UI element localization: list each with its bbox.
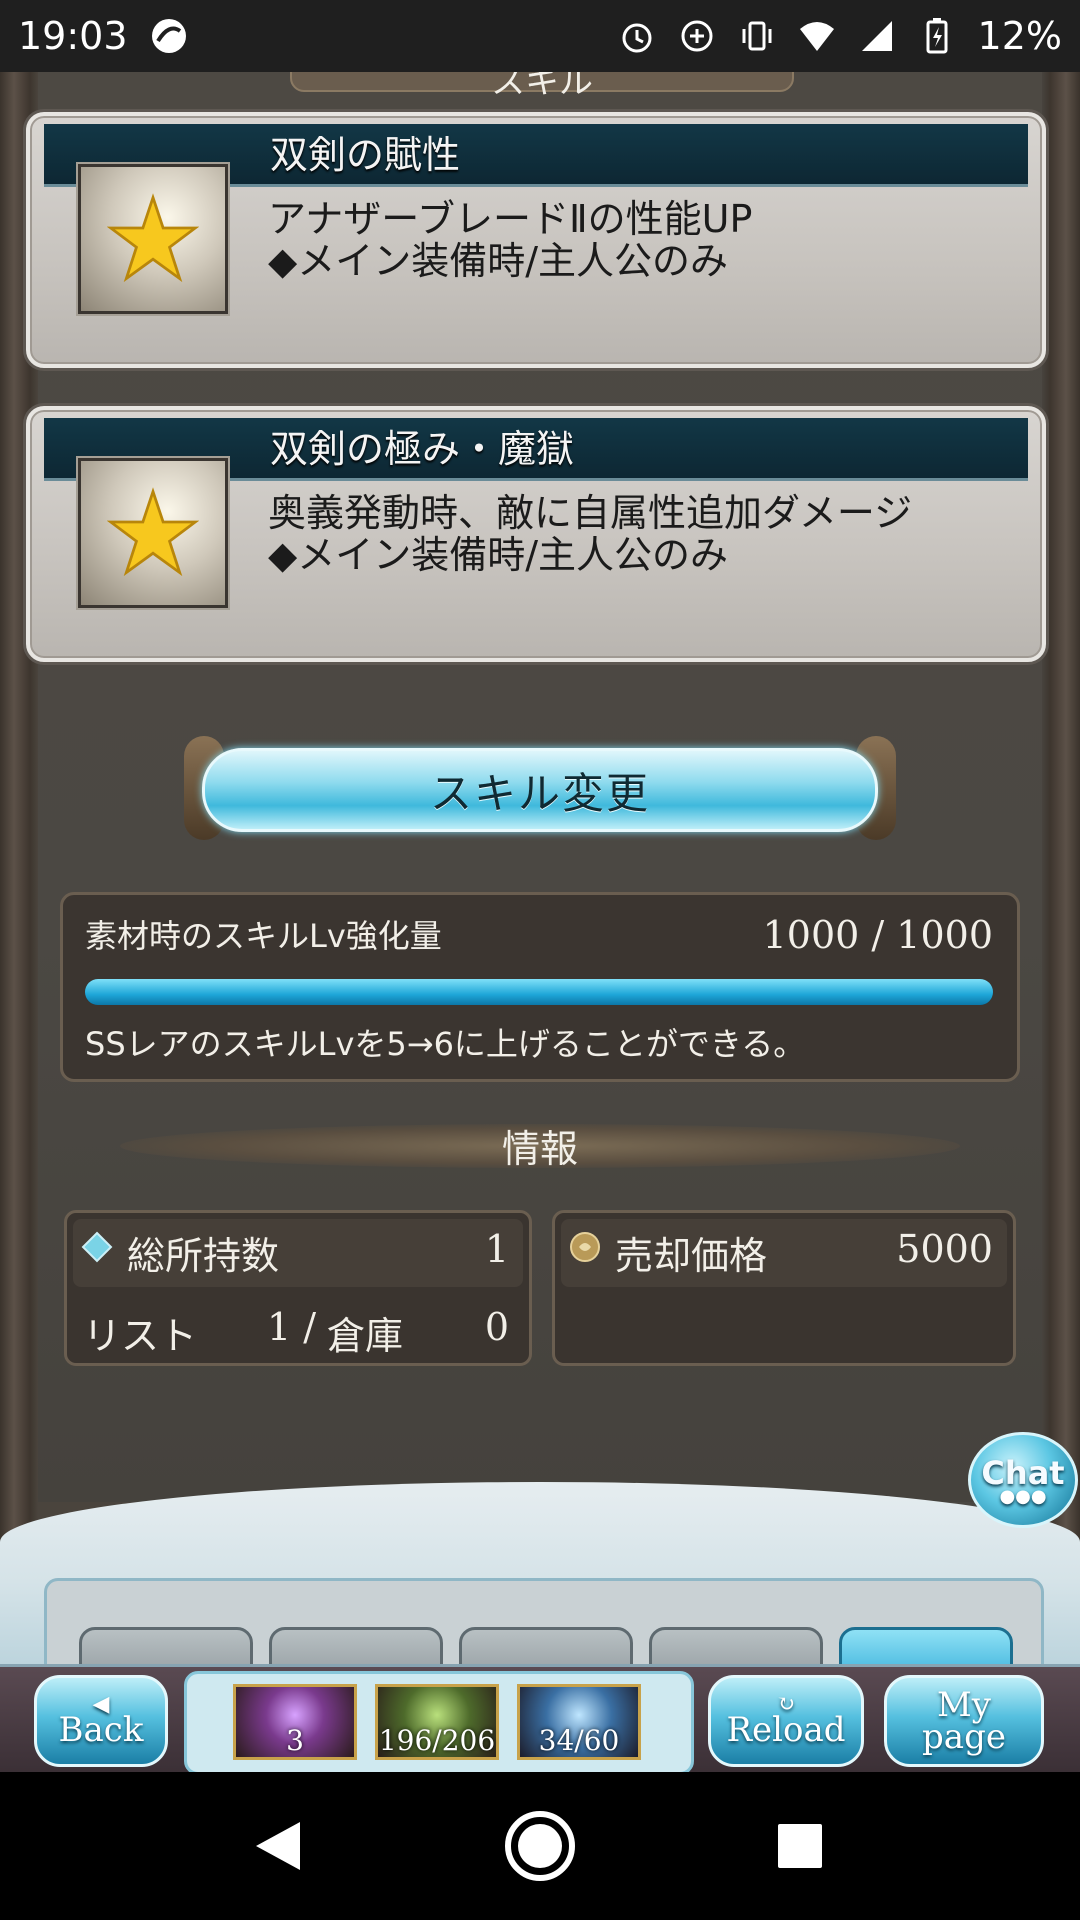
- skill-change-label[interactable]: スキル変更: [202, 748, 878, 832]
- nav-recents-icon[interactable]: [778, 1824, 822, 1868]
- item-slot[interactable]: 196/206: [375, 1684, 499, 1760]
- game-screen: スキル 双剣の賦性 アナザーブレードⅡの性能UP ◆メイン装備時/主人公のみ 双…: [0, 72, 1080, 1772]
- item-slot[interactable]: 3: [233, 1684, 357, 1760]
- skill-card: 双剣の賦性 アナザーブレードⅡの性能UP ◆メイン装備時/主人公のみ: [26, 112, 1046, 368]
- game-footer: ◀ Back 3 196/206 34/60 ↻ Reload My page: [0, 1664, 1080, 1772]
- skill-desc-line: ◆メイン装備時/主人公のみ: [268, 239, 729, 283]
- alarm-icon: [618, 17, 656, 55]
- chat-button[interactable]: Chat ●●●: [968, 1432, 1078, 1528]
- nav-home-dot: [518, 1824, 562, 1868]
- status-time: 19:03: [18, 14, 128, 58]
- item-slot[interactable]: 34/60: [517, 1684, 641, 1760]
- diamond-icon: [81, 1231, 113, 1263]
- item-count: 34/60: [538, 1724, 620, 1757]
- chat-dots-icon: ●●●: [999, 1485, 1047, 1507]
- skill-description: 奥義発動時、敵に自属性追加ダメージ ◆メイン装備時/主人公のみ: [268, 492, 912, 576]
- item-count: 196/206: [378, 1724, 496, 1757]
- nav-icons: [256, 1811, 822, 1881]
- skill-name: 双剣の極み・魔獄: [270, 427, 575, 471]
- section-tab-skill: スキル: [290, 72, 794, 102]
- section-tab-title: スキル: [491, 72, 593, 102]
- skill-lv-progress-bar: [85, 979, 993, 1005]
- mypage-button[interactable]: My page: [884, 1675, 1044, 1767]
- item-count: 3: [286, 1724, 304, 1757]
- signal-icon: [858, 17, 896, 55]
- items-tray: 3 196/206 34/60: [184, 1671, 694, 1772]
- coin-icon: [570, 1232, 600, 1262]
- battery-percent: 12%: [977, 14, 1062, 58]
- app-notification-icon: [150, 17, 188, 55]
- android-nav-bar: [0, 1772, 1080, 1920]
- skill-star-icon: [78, 458, 228, 608]
- skill-name: 双剣の賦性: [270, 133, 461, 177]
- reload-button[interactable]: ↻ Reload: [708, 1675, 864, 1767]
- skill-desc-line: ◆メイン装備時/主人公のみ: [268, 533, 729, 577]
- skill-desc-line: 奥義発動時、敵に自属性追加ダメージ: [268, 491, 913, 535]
- sell-price-panel: 売却価格 5000: [552, 1210, 1016, 1366]
- storage-label: 倉庫: [327, 1314, 404, 1358]
- nav-back-icon[interactable]: [256, 1822, 300, 1870]
- owned-value: 1: [484, 1227, 509, 1271]
- info-header: 情報: [120, 1124, 960, 1171]
- back-button[interactable]: ◀ Back: [34, 1675, 168, 1767]
- skill-lv-label: 素材時のスキルLv強化量: [85, 917, 442, 955]
- skill-star-icon: [78, 164, 228, 314]
- status-right: 12%: [618, 14, 1062, 58]
- status-bar: 19:03 12%: [0, 0, 1080, 72]
- status-left: 19:03: [18, 14, 188, 58]
- skill-description: アナザーブレードⅡの性能UP ◆メイン装備時/主人公のみ: [268, 198, 752, 282]
- list-label: リスト: [83, 1314, 198, 1358]
- sell-value: 5000: [896, 1227, 993, 1271]
- list-value: 1 /: [267, 1305, 317, 1349]
- battery-icon: [918, 17, 956, 55]
- back-label: Back: [58, 1710, 144, 1750]
- storage-value: 0: [484, 1305, 509, 1349]
- skill-change-button[interactable]: スキル変更: [184, 736, 896, 840]
- skill-lv-panel: 素材時のスキルLv強化量 1000 / 1000 SSレアのスキルLvを5→6に…: [60, 892, 1020, 1082]
- skill-lv-value: 1000 / 1000: [762, 913, 993, 957]
- skill-lv-note: SSレアのスキルLvを5→6に上げることができる。: [85, 1025, 806, 1063]
- skill-lv-progress-fill: [85, 979, 993, 1005]
- owned-count-panel: 総所持数 1 リスト 1 / 倉庫 0: [64, 1210, 532, 1366]
- wifi-icon: [798, 17, 836, 55]
- reload-label: Reload: [726, 1710, 846, 1750]
- mypage-label-2: page: [922, 1717, 1006, 1757]
- vibrate-icon: [738, 17, 776, 55]
- skill-card: 双剣の極み・魔獄 奥義発動時、敵に自属性追加ダメージ ◆メイン装備時/主人公のみ: [26, 406, 1046, 662]
- info-title: 情報: [501, 1127, 578, 1171]
- sell-label: 売却価格: [615, 1234, 768, 1278]
- owned-label: 総所持数: [127, 1234, 280, 1278]
- skill-desc-line: アナザーブレードⅡの性能UP: [268, 197, 753, 241]
- data-saver-icon: [678, 17, 716, 55]
